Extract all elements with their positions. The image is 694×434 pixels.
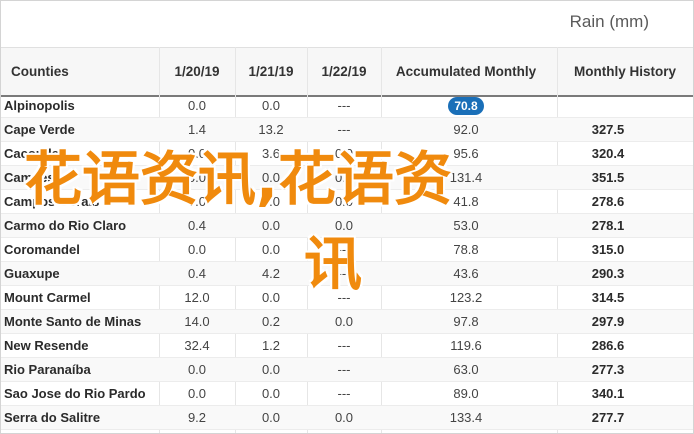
header-date-1[interactable]: 1/20/19 bbox=[159, 48, 235, 95]
table-row[interactable]: Guaxupe 0.4 4.2 --- 43.6 290.3 bbox=[1, 262, 693, 286]
table-row[interactable]: Mount Carmel 12.0 0.0 --- 123.2 314.5 bbox=[1, 286, 693, 310]
table-row[interactable]: Campos Gerais 0.0 0.0 0.0 41.8 278.6 bbox=[1, 190, 693, 214]
date3-value: --- bbox=[337, 290, 351, 305]
history-value: 351.5 bbox=[591, 170, 625, 185]
date1-value: 0.4 bbox=[187, 266, 207, 281]
date3-value: 0.0 bbox=[334, 194, 354, 209]
highlight-badge: 70.8 bbox=[448, 96, 484, 115]
date3-value: --- bbox=[337, 338, 351, 353]
county-name: Mount Carmel bbox=[4, 290, 91, 305]
date1-value: 14.0 bbox=[184, 314, 210, 329]
table-row[interactable]: Alpinopolis 0.0 0.0 --- 70.8 bbox=[1, 94, 693, 118]
county-name: Guaxupe bbox=[4, 266, 60, 281]
date1-value: 1.4 bbox=[187, 122, 207, 137]
history-value: 320.4 bbox=[591, 146, 625, 161]
date3-value: 0.0 bbox=[334, 218, 354, 233]
date2-value: 1.2 bbox=[261, 338, 281, 353]
table-row[interactable]: Carmo do Rio Claro 0.4 0.0 0.0 53.0 278.1 bbox=[1, 214, 693, 238]
date1-value: 0.0 bbox=[187, 242, 207, 257]
county-name: Coromandel bbox=[4, 242, 80, 257]
county-name: Serra do Salitre bbox=[4, 410, 101, 425]
history-value: 278.1 bbox=[591, 218, 625, 233]
table-row[interactable]: Coromandel 0.0 0.0 --- 78.8 315.0 bbox=[1, 238, 693, 262]
date2-value: 3.6 bbox=[261, 146, 281, 161]
table-header: Counties 1/20/19 1/21/19 1/22/19 Accumul… bbox=[1, 47, 693, 97]
history-value: 286.6 bbox=[591, 338, 625, 353]
date1-value: 0.0 bbox=[187, 362, 207, 377]
table-row[interactable]: Sao Jose do Rio Pardo 0.0 0.0 --- 89.0 340.1 bbox=[1, 382, 693, 406]
county-name: Monte Santo de Minas bbox=[4, 314, 142, 329]
date1-value: 12.0 bbox=[184, 290, 210, 305]
date3-value: 0.0 bbox=[334, 314, 354, 329]
table-title: Rain (mm) bbox=[569, 12, 649, 31]
date2-value: 0.0 bbox=[261, 386, 281, 401]
header-date-2[interactable]: 1/21/19 bbox=[235, 48, 307, 95]
history-value: 315.0 bbox=[591, 242, 625, 257]
date2-value: 4.2 bbox=[261, 266, 281, 281]
date2-value: 13.2 bbox=[258, 122, 284, 137]
date3-value: --- bbox=[337, 242, 351, 257]
date2-value: 0.0 bbox=[261, 410, 281, 425]
date2-value: 0.0 bbox=[261, 362, 281, 377]
county-name: Sao Jose do Rio Pardo bbox=[4, 386, 146, 401]
history-value: 340.1 bbox=[591, 386, 625, 401]
date1-value: 0.0 bbox=[187, 194, 207, 209]
date1-value: 0.0 bbox=[187, 146, 207, 161]
date1-value: 0.4 bbox=[187, 218, 207, 233]
county-name: Rio Paranaíba bbox=[4, 362, 91, 377]
history-value: 297.9 bbox=[591, 314, 625, 329]
date1-value: 32.4 bbox=[184, 338, 210, 353]
history-value: 290.3 bbox=[591, 266, 625, 281]
date3-value: 0.0 bbox=[334, 170, 354, 185]
county-name: Cape Verde bbox=[4, 122, 75, 137]
county-name: New Resende bbox=[4, 338, 89, 353]
header-counties[interactable]: Counties bbox=[11, 48, 69, 95]
date2-value: 0.0 bbox=[261, 170, 281, 185]
header-accumulated-monthly[interactable]: Accumulated Monthly bbox=[381, 48, 551, 95]
date3-value: 0.0 bbox=[334, 146, 354, 161]
date1-value: 9.2 bbox=[187, 410, 207, 425]
rain-table-panel: Rain (mm) Counties 1/20/19 1/21/19 1/22/… bbox=[0, 0, 694, 434]
table-row[interactable]: Cape Verde 1.4 13.2 --- 92.0 327.5 bbox=[1, 118, 693, 142]
table-row[interactable]: Serra do Salitre 9.2 0.0 0.0 133.4 277.7 bbox=[1, 406, 693, 430]
date3-value: --- bbox=[337, 386, 351, 401]
history-value: 327.5 bbox=[591, 122, 625, 137]
county-name: Caconde bbox=[4, 146, 59, 161]
county-name: Alpinopolis bbox=[4, 98, 75, 113]
date1-value: 0.0 bbox=[187, 170, 207, 185]
date1-value: 0.0 bbox=[187, 98, 207, 113]
table-row[interactable]: New Resende 32.4 1.2 --- 119.6 286.6 bbox=[1, 334, 693, 358]
history-value: 277.3 bbox=[591, 362, 625, 377]
history-value bbox=[523, 94, 693, 117]
history-value: 278.6 bbox=[591, 194, 625, 209]
table-row[interactable]: Rio Paranaíba 0.0 0.0 --- 63.0 277.3 bbox=[1, 358, 693, 382]
date3-value: --- bbox=[337, 98, 351, 113]
county-name: Campos Gerais bbox=[4, 194, 100, 209]
date1-value: 0.0 bbox=[187, 386, 207, 401]
history-value: 277.7 bbox=[591, 410, 625, 425]
header-monthly-history[interactable]: Monthly History bbox=[557, 48, 693, 95]
date2-value: 0.0 bbox=[261, 242, 281, 257]
date2-value: 0.0 bbox=[261, 218, 281, 233]
header-date-3[interactable]: 1/22/19 bbox=[307, 48, 381, 95]
date3-value: --- bbox=[337, 122, 351, 137]
date3-value: 0.0 bbox=[334, 410, 354, 425]
date2-value: 0.0 bbox=[261, 98, 281, 113]
table-row[interactable]: Caconde 0.0 3.6 0.0 95.6 320.4 bbox=[1, 142, 693, 166]
county-name: Carmo do Rio Claro bbox=[4, 218, 127, 233]
date3-value: --- bbox=[337, 266, 351, 281]
date2-value: 0.0 bbox=[261, 290, 281, 305]
table-row[interactable]: Campestre 0.0 0.0 0.0 131.4 351.5 bbox=[1, 166, 693, 190]
history-value: 314.5 bbox=[591, 290, 625, 305]
county-name: Campestre bbox=[4, 170, 72, 185]
table-row[interactable]: Monte Santo de Minas 14.0 0.2 0.0 97.8 297.9 bbox=[1, 310, 693, 334]
date2-value: 0.2 bbox=[261, 314, 281, 329]
date3-value: --- bbox=[337, 362, 351, 377]
date2-value: 0.0 bbox=[261, 194, 281, 209]
